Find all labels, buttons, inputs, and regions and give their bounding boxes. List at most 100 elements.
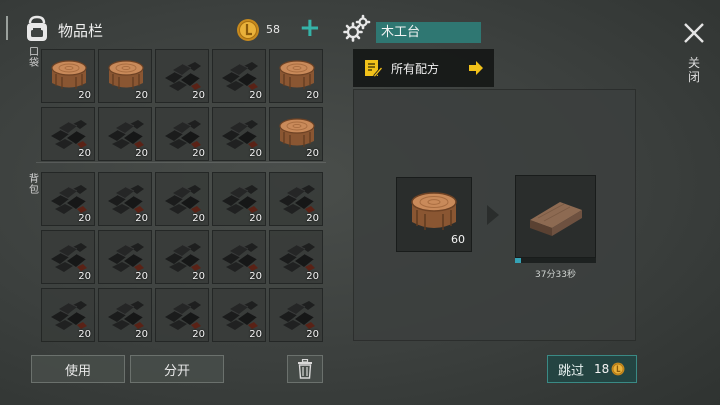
slot-count: 20 [135,271,148,282]
slot-count: 20 [78,329,91,340]
pocket-label: 口袋 [29,47,39,69]
slot-count: 20 [249,271,262,282]
slot-count: 20 [192,148,205,159]
slot-count: 20 [192,271,205,282]
craft-progress-bar [515,258,596,263]
log-icon [279,60,315,89]
slot-count: 20 [192,213,205,224]
log-icon [51,60,87,89]
inventory-slot[interactable]: 20 [98,107,152,161]
slot-count: 20 [192,329,205,340]
slot-count: 20 [249,213,262,224]
section-divider [36,162,326,163]
log-icon [279,118,315,147]
inventory-slot[interactable]: 20 [155,288,209,342]
slot-count: 20 [249,329,262,340]
coal-icon [165,120,201,149]
craft-arrow-icon [487,205,499,225]
slot-count: 20 [249,148,262,159]
coal-icon [165,243,201,272]
slot-count: 20 [306,148,319,159]
plank-icon [530,202,582,236]
skip-button[interactable]: 跳过 18 [547,355,637,383]
coal-icon [165,185,201,214]
skip-cost: 18 [594,362,610,376]
coal-icon [51,301,87,330]
coal-icon [108,301,144,330]
inventory-slot[interactable]: 20 [155,49,209,103]
coin-count: 58 [266,23,280,36]
coal-icon [222,243,258,272]
split-button[interactable]: 分开 [130,355,224,383]
coal-icon [222,62,258,91]
inventory-slot[interactable]: 20 [98,230,152,284]
inventory-slot[interactable]: 20 [269,172,323,226]
craft-time-remaining: 37分33秒 [535,270,576,280]
backpack-icon [27,15,47,41]
coal-icon [279,301,315,330]
inventory-slot[interactable]: 20 [269,288,323,342]
inventory-slot[interactable]: 20 [212,172,266,226]
inventory-slot[interactable]: 20 [269,107,323,161]
inventory-slot[interactable]: 20 [98,49,152,103]
coal-icon [108,120,144,149]
inventory-slot[interactable]: 20 [98,172,152,226]
coin-icon [237,19,259,41]
slot-count: 20 [135,90,148,101]
slot-count: 20 [249,90,262,101]
coal-icon [51,120,87,149]
inventory-slot[interactable]: 20 [212,230,266,284]
close-icon[interactable] [681,20,707,46]
slot-count: 20 [135,329,148,340]
slot-count: 20 [78,90,91,101]
inventory-slot[interactable]: 20 [269,230,323,284]
coal-icon [279,185,315,214]
coal-icon [108,243,144,272]
slot-count: 20 [135,213,148,224]
inventory-slot[interactable]: 20 [98,288,152,342]
inventory-slot[interactable]: 20 [41,172,95,226]
inventory-slot[interactable]: 20 [41,107,95,161]
slot-count: 20 [192,90,205,101]
recipe-book-icon [365,60,383,78]
use-button[interactable]: 使用 [31,355,125,383]
inventory-slot[interactable]: 20 [41,288,95,342]
slot-count: 20 [306,271,319,282]
slot-count: 20 [135,148,148,159]
slot-count: 20 [78,271,91,282]
close-label[interactable]: 关闭 [687,56,701,84]
craft-progress-fill [515,258,521,263]
coal-icon [165,301,201,330]
inventory-title: 物品栏 [58,22,104,40]
log-icon [108,60,144,89]
craft-input-count: 60 [451,233,465,246]
header-divider [6,16,8,40]
station-name: 木工台 [376,22,481,43]
inventory-slot[interactable]: 20 [155,230,209,284]
craft-output-slot[interactable] [515,175,596,258]
inventory-slot[interactable]: 20 [212,288,266,342]
trash-icon [298,359,312,379]
coal-icon [222,185,258,214]
slot-count: 20 [78,148,91,159]
coal-icon [279,243,315,272]
coal-icon [108,185,144,214]
inventory-slot[interactable]: 20 [212,49,266,103]
inventory-slot[interactable]: 20 [155,107,209,161]
inventory-slot[interactable]: 20 [269,49,323,103]
coal-icon [222,120,258,149]
inventory-slot[interactable]: 20 [212,107,266,161]
slot-count: 20 [78,213,91,224]
inventory-slot[interactable]: 20 [155,172,209,226]
coal-icon [222,301,258,330]
all-recipes-button[interactable]: 所有配方 [353,49,457,87]
skip-label: 跳过 [558,363,585,379]
coin-icon [611,362,625,376]
recipes-next-button[interactable] [457,49,494,87]
craft-input-slot[interactable]: 60 [396,177,472,252]
inventory-slot[interactable]: 20 [41,49,95,103]
coal-icon [51,243,87,272]
inventory-slot[interactable]: 20 [41,230,95,284]
trash-button[interactable] [287,355,323,383]
add-coins-button[interactable]: + [299,15,321,41]
